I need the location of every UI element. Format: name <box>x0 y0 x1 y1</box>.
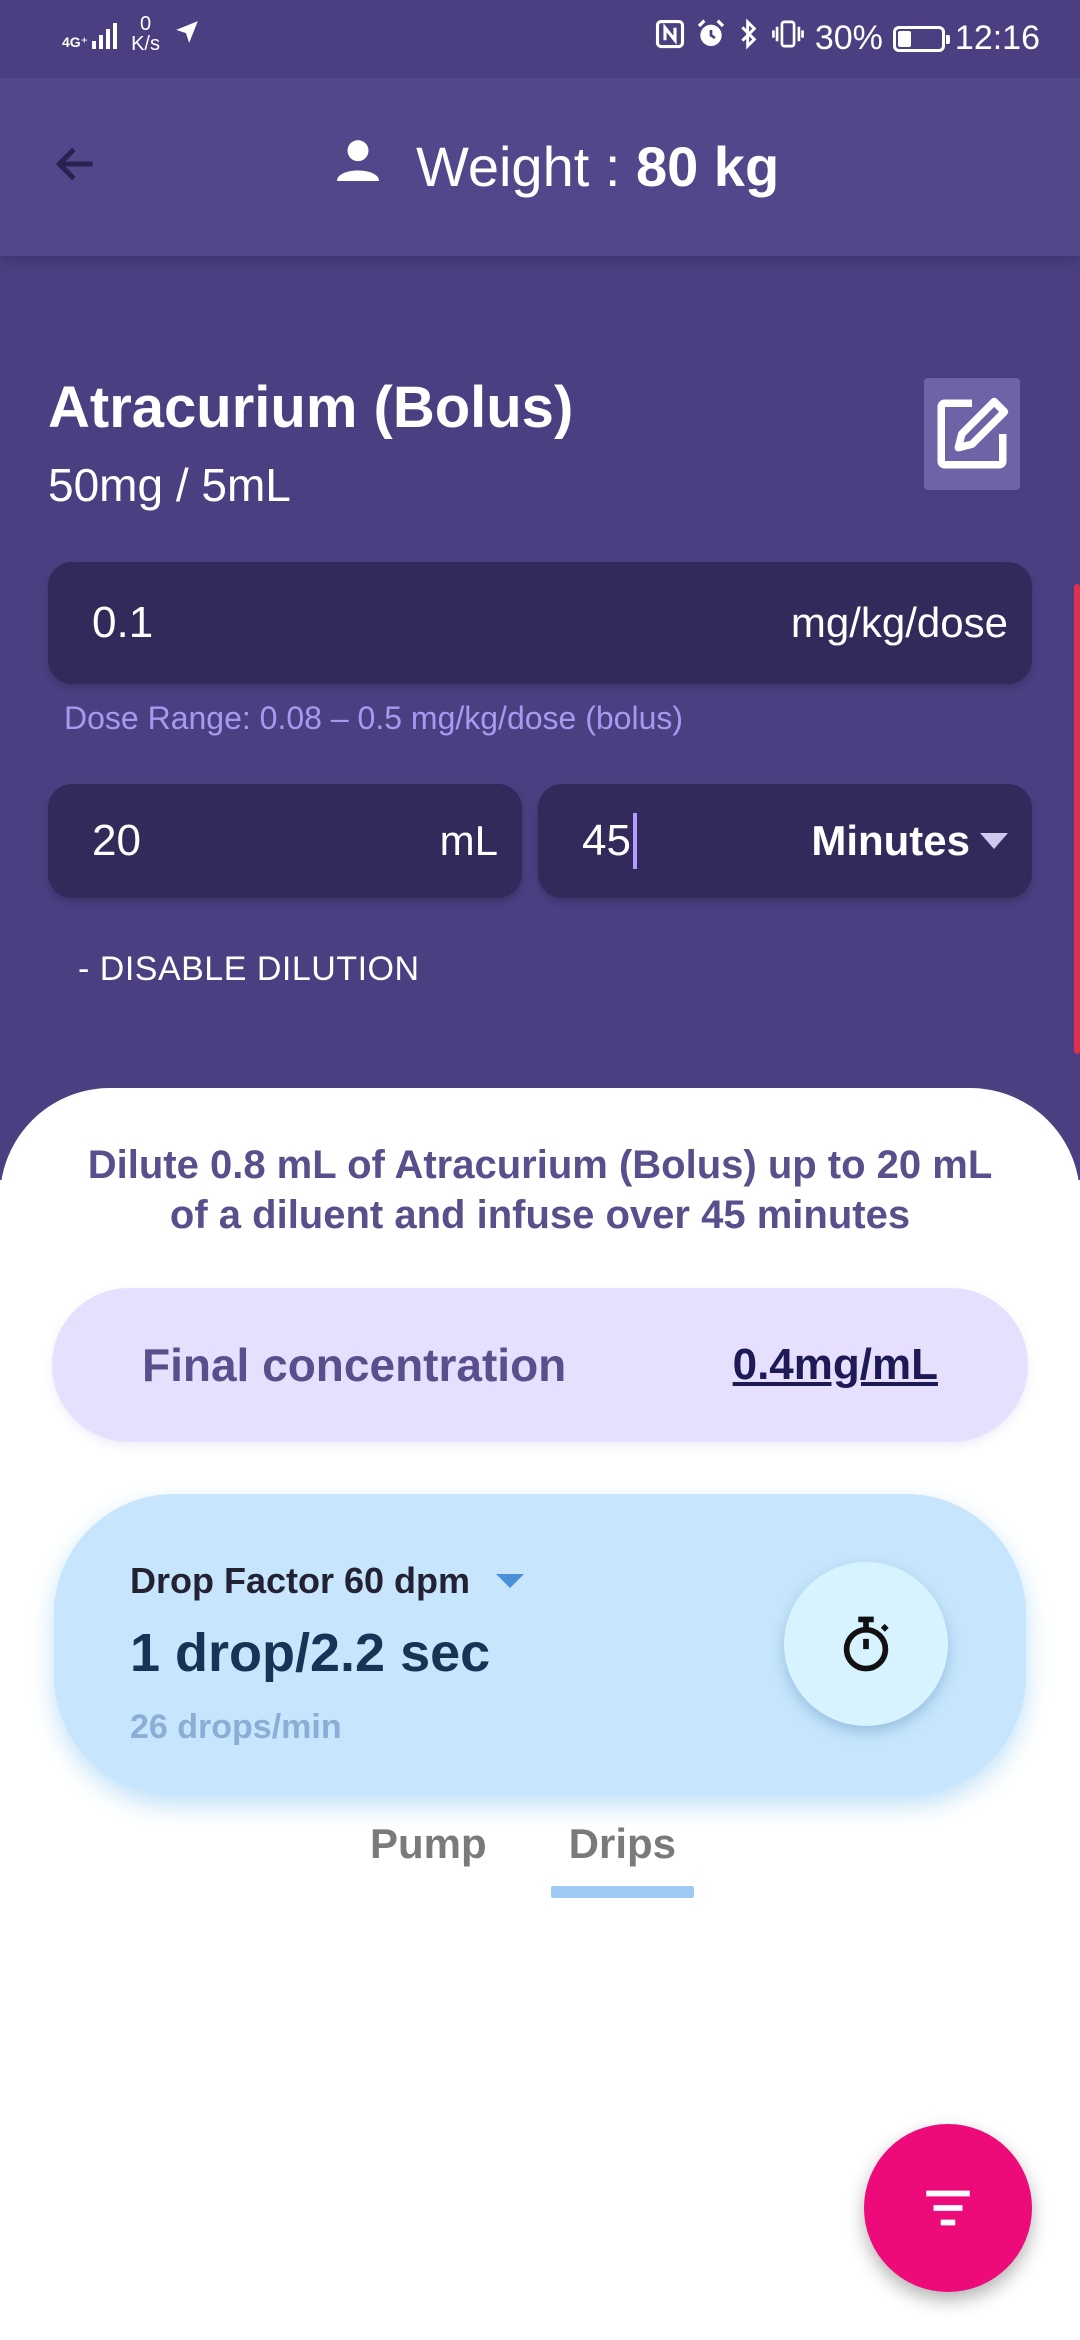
volume-value: 20 <box>92 816 141 865</box>
disable-dilution-button[interactable]: - DISABLE DILUTION <box>78 950 420 989</box>
duration-unit: Minutes <box>811 817 970 864</box>
drop-factor-label: Drop Factor 60 dpm <box>130 1560 471 1601</box>
dropdown-arrow-icon <box>980 833 1008 849</box>
back-button[interactable] <box>40 128 112 200</box>
battery-percent: 30% <box>814 19 883 57</box>
dilution-instruction: Dilute 0.8 mL of Atracurium (Bolus) up t… <box>87 1143 993 1237</box>
drop-rate: 1 drop/2.2 sec <box>130 1623 491 1683</box>
filter-list-icon <box>926 2190 970 2226</box>
person-icon <box>330 132 386 201</box>
battery-fill <box>897 30 911 47</box>
weight-label: Weight : 80 kg <box>416 134 779 199</box>
clock: 12:16 <box>954 19 1040 57</box>
scrollbar[interactable] <box>1074 584 1080 1054</box>
location-arrow-icon <box>174 19 200 50</box>
drop-factor-dropdown[interactable]: Drop Factor 60 dpm <box>130 1560 525 1602</box>
stopwatch-icon <box>843 1616 889 1672</box>
network-type: 4G⁺ <box>62 34 89 50</box>
edit-button[interactable] <box>924 378 1020 490</box>
active-tab-indicator <box>550 1886 695 1898</box>
menu-fab-button[interactable] <box>864 2124 1032 2292</box>
weight-value: 80 kg <box>635 135 780 198</box>
mode-tabs: Pump Drips <box>362 1820 695 1898</box>
battery-icon <box>892 25 950 52</box>
tab-pump[interactable]: Pump <box>362 1820 495 1882</box>
vibrate-icon <box>771 19 805 58</box>
status-right: 30% 12:16 <box>655 18 1040 59</box>
drops-per-minute: 26 drops/min <box>130 1708 342 1746</box>
duration-input[interactable]: 45 Minutes <box>538 784 1032 898</box>
tab-pump-label: Pump <box>370 1820 487 1867</box>
final-concentration-label: Final concentration <box>142 1339 567 1391</box>
app-bar: Weight : 80 kg <box>0 78 1080 256</box>
final-concentration-pill: Final concentration 0.4mg/mL <box>52 1288 1028 1442</box>
status-left: 4G⁺ 0 K/s <box>62 14 200 54</box>
tab-drips[interactable]: Drips <box>550 1820 695 1898</box>
volume-unit: mL <box>439 817 498 864</box>
dose-input[interactable]: 0.1 mg/kg/dose <box>48 562 1032 684</box>
signal-group: 4G⁺ <box>62 19 118 50</box>
speed-unit: K/s <box>131 33 160 55</box>
drug-name: Atracurium (Bolus) <box>48 375 574 440</box>
alarm-icon <box>695 18 727 59</box>
text-cursor <box>632 813 637 869</box>
dose-range-hint: Dose Range: 0.08 – 0.5 mg/kg/dose (bolus… <box>64 700 684 736</box>
edit-icon <box>937 397 1009 469</box>
dropdown-arrow-icon <box>496 1574 525 1588</box>
dose-value: 0.1 <box>92 598 154 647</box>
tab-drips-label: Drips <box>568 1820 677 1867</box>
network-speed: 0 K/s <box>131 14 160 54</box>
drip-card: Drop Factor 60 dpm 1 drop/2.2 sec 26 dro… <box>54 1494 1026 1796</box>
timer-button[interactable] <box>784 1562 948 1726</box>
dose-unit: mg/kg/dose <box>790 599 1008 646</box>
weight-title[interactable]: Weight : 80 kg <box>330 132 779 201</box>
duration-value-wrap: 45 <box>582 784 637 898</box>
final-concentration-value[interactable]: 0.4mg/mL <box>733 1288 938 1442</box>
weight-prefix: Weight : <box>416 135 636 198</box>
volume-input[interactable]: 20 mL <box>48 784 522 898</box>
duration-unit-dropdown[interactable]: Minutes <box>811 784 1008 898</box>
speed-value: 0 <box>139 13 152 35</box>
signal-icon <box>92 19 118 49</box>
duration-value: 45 <box>582 816 631 865</box>
drug-concentration: 50mg / 5mL <box>48 459 291 511</box>
nfc-icon <box>655 19 685 58</box>
status-bar: 4G⁺ 0 K/s 30% 12:16 <box>0 0 1080 78</box>
arrow-left-icon <box>55 147 93 181</box>
bluetooth-icon <box>737 18 761 59</box>
